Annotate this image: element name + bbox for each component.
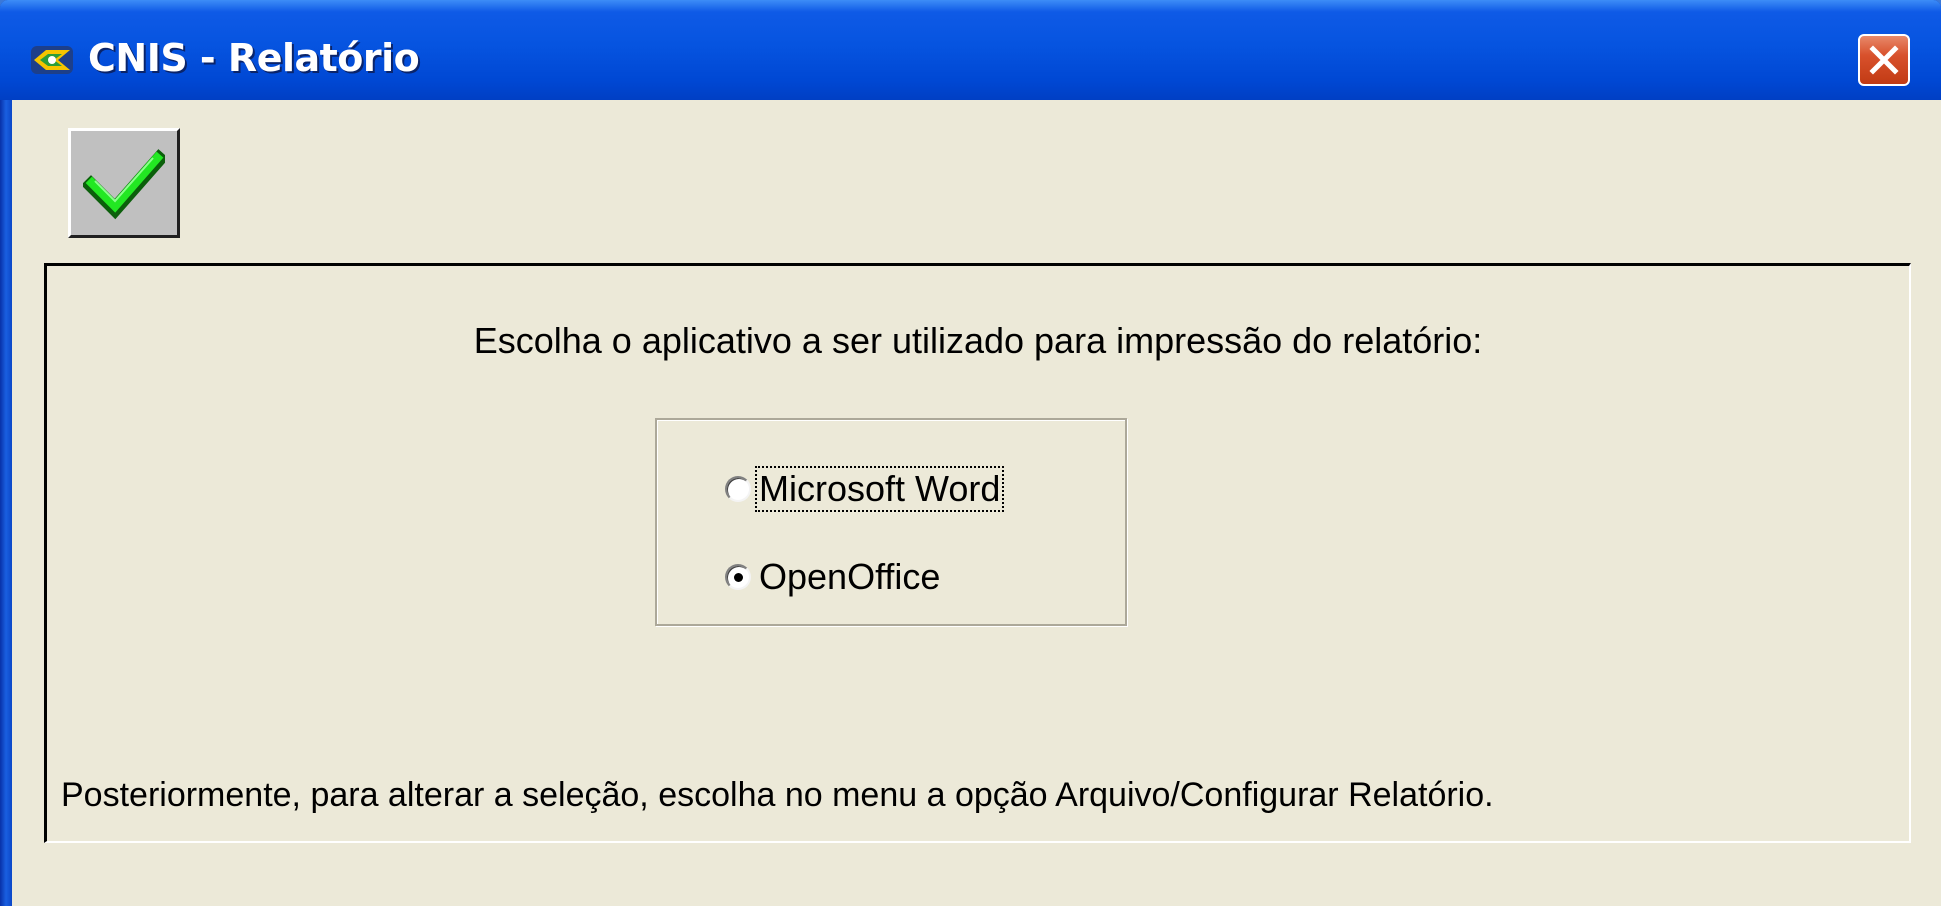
confirm-button[interactable] <box>68 128 180 238</box>
radio-option-openoffice[interactable]: OpenOffice <box>725 552 942 602</box>
desktop: CNIS - Relatório Escolha o aplicativo a … <box>0 0 1941 906</box>
dialog-window: CNIS - Relatório Escolha o aplicativo a … <box>0 0 1941 906</box>
footnote-text: Posteriormente, para alterar a seleção, … <box>61 776 1494 814</box>
window-frame-left <box>0 100 12 906</box>
application-radio-group: Microsoft Word OpenOffice <box>655 418 1127 626</box>
checkmark-icon <box>83 149 165 220</box>
radio-label-microsoft-word[interactable]: Microsoft Word <box>754 466 1005 512</box>
prompt-text: Escolha o aplicativo a ser utilizado par… <box>473 320 1483 361</box>
radio-option-microsoft-word[interactable]: Microsoft Word <box>725 464 1005 514</box>
radio-button-unchecked[interactable] <box>725 476 751 502</box>
radio-selected-dot <box>734 573 743 582</box>
dialog-client-area: Escolha o aplicativo a ser utilizado par… <box>12 100 1941 906</box>
cnis-app-icon <box>30 44 74 76</box>
close-icon <box>1869 45 1899 75</box>
close-button[interactable] <box>1858 34 1910 86</box>
title-bar[interactable]: CNIS - Relatório <box>0 0 1941 100</box>
options-panel: Escolha o aplicativo a ser utilizado par… <box>44 263 1911 843</box>
radio-label-openoffice[interactable]: OpenOffice <box>757 556 942 598</box>
window-title: CNIS - Relatório <box>88 36 420 80</box>
radio-button-checked[interactable] <box>725 564 751 590</box>
